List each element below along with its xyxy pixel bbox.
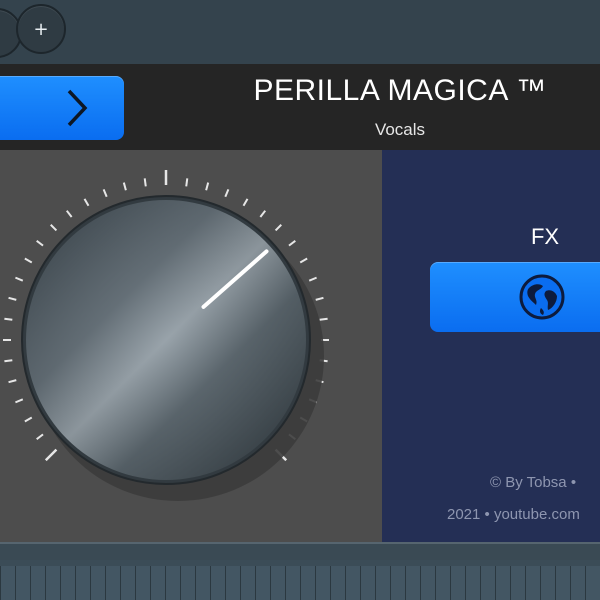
next-preset-button[interactable] [0, 76, 124, 140]
key [210, 566, 226, 600]
key [180, 566, 196, 600]
knob-tick [224, 189, 230, 198]
key [570, 566, 586, 600]
chevron-right-icon [67, 89, 88, 127]
knob-tick [319, 317, 328, 321]
knob-tick [299, 257, 308, 264]
key [30, 566, 46, 600]
knob-tick [143, 178, 147, 187]
plugin-title: PERILLA MAGICA ™ [253, 74, 547, 107]
key [330, 566, 346, 600]
key [120, 566, 136, 600]
knob-tick [36, 433, 44, 441]
key [255, 566, 271, 600]
knob-tick [259, 210, 267, 218]
knob-tick [8, 296, 17, 301]
key [540, 566, 556, 600]
key [270, 566, 286, 600]
key [360, 566, 376, 600]
key [15, 566, 31, 600]
key [495, 566, 511, 600]
plugin-subtitle: Vocals [374, 120, 426, 139]
key [375, 566, 391, 600]
key [225, 566, 241, 600]
knob-tick [50, 224, 58, 232]
credit-year-link[interactable]: 2021 • youtube.com [447, 506, 580, 523]
fx-button[interactable] [430, 262, 600, 332]
knob-tick [36, 239, 44, 247]
key [435, 566, 451, 600]
knob-tick [242, 198, 249, 207]
knob-face [26, 200, 306, 480]
key [555, 566, 571, 600]
key [240, 566, 256, 600]
knob-tick [24, 416, 33, 423]
key [345, 566, 361, 600]
knob-tick [65, 210, 73, 218]
globe-icon [519, 274, 565, 320]
credit-author: © By Tobsa • [490, 474, 577, 491]
knob-tick [315, 296, 324, 301]
key [315, 566, 331, 600]
bottom-divider [0, 542, 600, 562]
key [285, 566, 301, 600]
key [510, 566, 526, 600]
key [105, 566, 121, 600]
knob-tick [122, 182, 127, 191]
knob-tick [205, 182, 210, 191]
key [420, 566, 436, 600]
add-button[interactable]: + [16, 4, 66, 54]
fx-label: FX [530, 224, 560, 249]
knob-area [3, 170, 329, 501]
knob-tick [4, 359, 13, 363]
knob-tick [24, 257, 33, 264]
knob-tick [288, 239, 296, 247]
key [585, 566, 600, 600]
key [135, 566, 151, 600]
key [195, 566, 211, 600]
knob-tick [15, 276, 24, 282]
knob-tick [4, 317, 13, 321]
key [0, 566, 16, 600]
knob-tick [8, 379, 17, 384]
key [525, 566, 541, 600]
key [90, 566, 106, 600]
knob-tick [15, 398, 24, 404]
key [75, 566, 91, 600]
key [465, 566, 481, 600]
key [405, 566, 421, 600]
key [150, 566, 166, 600]
piano-keys-strip [0, 560, 600, 600]
knob-tick [44, 448, 58, 462]
key [390, 566, 406, 600]
key [60, 566, 76, 600]
knob-tick [102, 189, 108, 198]
knob-tick [83, 198, 90, 207]
key [165, 566, 181, 600]
key [450, 566, 466, 600]
top-toolbar [0, 0, 600, 65]
key [480, 566, 496, 600]
knob-tick [274, 224, 282, 232]
key [45, 566, 61, 600]
key [300, 566, 316, 600]
knob-tick [185, 178, 189, 187]
knob-tick [308, 276, 317, 282]
